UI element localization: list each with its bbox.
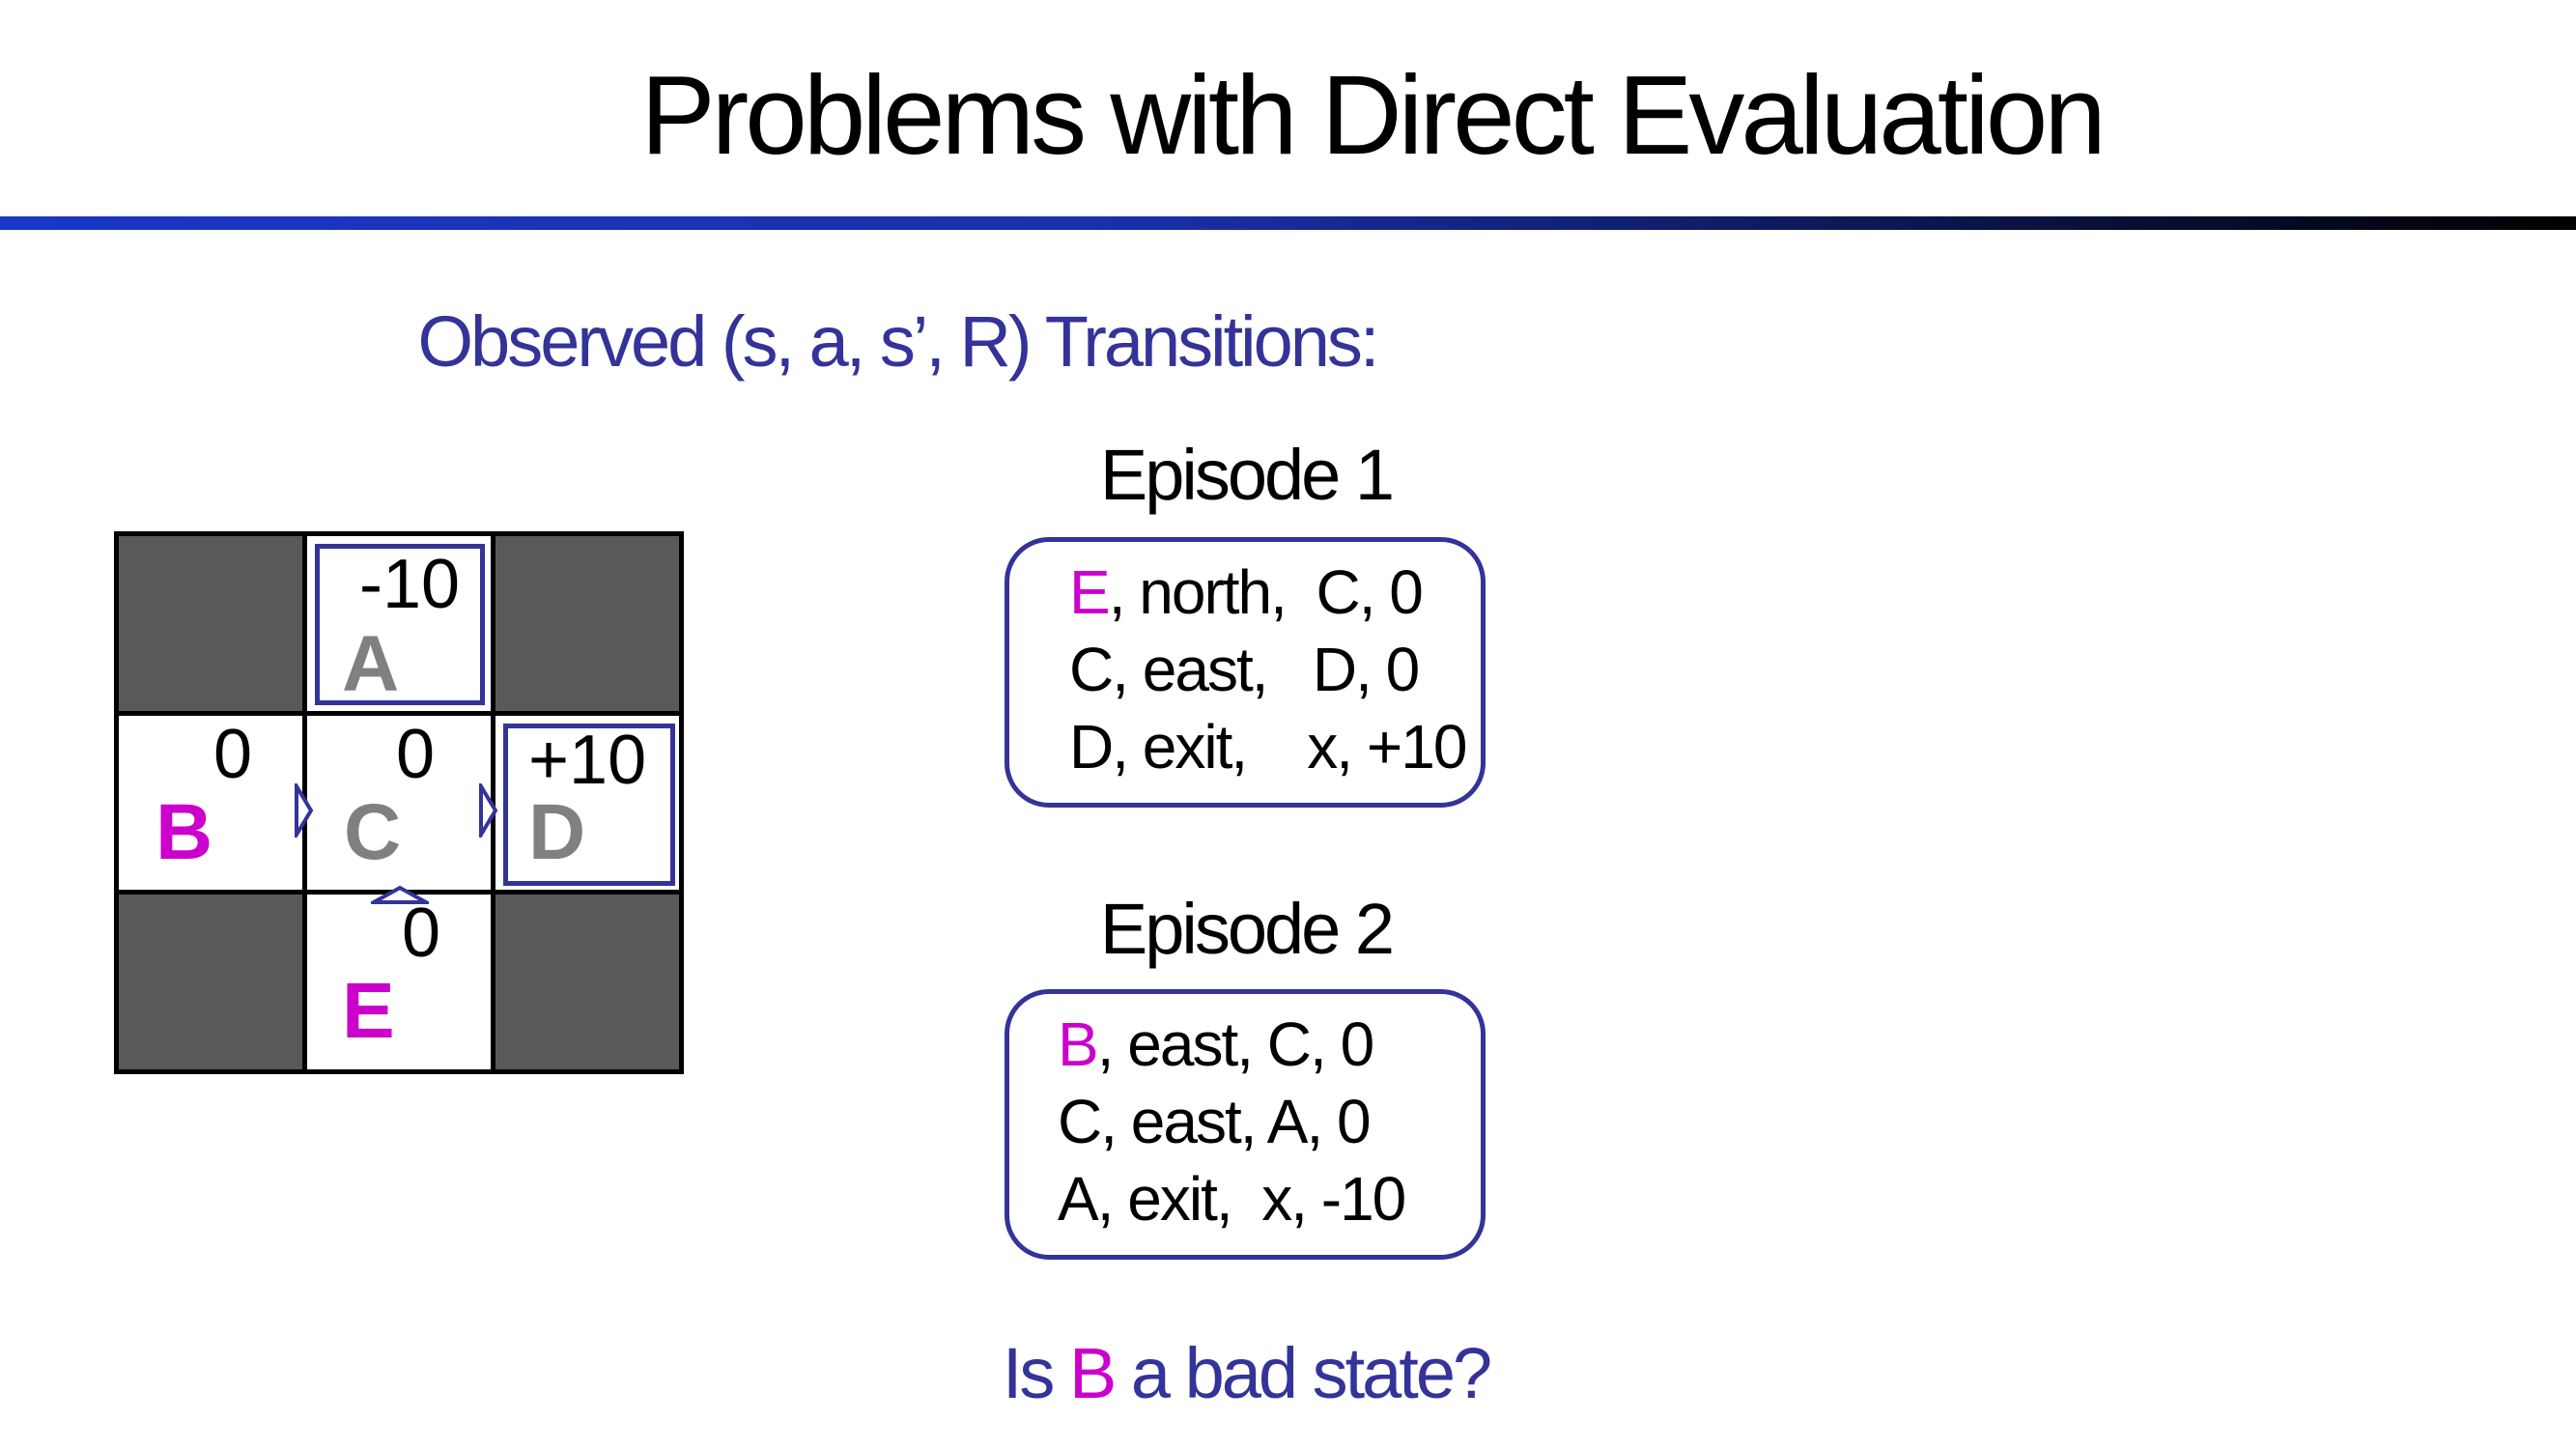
wall-cell	[495, 895, 679, 1069]
transition-line: D, exit, x, +10	[1069, 716, 1467, 778]
transition-rest: , east, A, 0	[1100, 1087, 1371, 1156]
grid-cell-e: 0 E	[307, 886, 491, 1069]
episode-1-title: Episode 1	[1099, 435, 1395, 515]
state-label-b: B	[156, 787, 213, 876]
wall-cell	[495, 536, 679, 711]
transition-state: A	[1058, 1164, 1099, 1234]
transition-line: E, north, C, 0	[1069, 561, 1424, 623]
reward-d: +10	[528, 721, 647, 799]
transition-state: C	[1058, 1087, 1102, 1156]
transition-rest: , north, C, 0	[1108, 557, 1424, 627]
wall-cell	[119, 536, 302, 711]
transition-rest: , east, C, 0	[1096, 1009, 1374, 1079]
transition-line: A, exit, x, -10	[1058, 1168, 1406, 1230]
grid-cell-c: 0 C	[295, 715, 491, 891]
question-suffix: a bad state?	[1114, 1333, 1492, 1413]
transition-state: E	[1069, 557, 1111, 627]
transition-state: B	[1058, 1009, 1099, 1079]
transitions-heading: Observed (s, a, s’, R) Transitions:	[417, 301, 1379, 382]
gridworld: -10 A 0 B 0 C +10 D 0 E	[114, 531, 684, 1074]
reward-c: 0	[396, 715, 436, 793]
slide-title: Problems with Direct Evaluation	[640, 52, 2107, 178]
transition-line: B, east, C, 0	[1058, 1013, 1374, 1075]
reward-a: -10	[359, 546, 461, 623]
question-state: B	[1068, 1333, 1117, 1413]
question-text: Is B a bad state?	[0, 1331, 2492, 1417]
episode-2-box: B, east, C, 0 C, east, A, 0 A, exit, x, …	[1005, 989, 1486, 1260]
east-arrow-icon	[295, 782, 314, 838]
title-divider-bar	[0, 216, 2576, 230]
transition-rest: , exit, x, +10	[1112, 712, 1467, 781]
transition-rest: , east, D, 0	[1112, 635, 1420, 704]
state-label-a: A	[342, 620, 400, 708]
transition-line: C, east, D, 0	[1069, 639, 1420, 700]
reward-b: 0	[213, 715, 253, 793]
wall-cell	[119, 895, 302, 1069]
episode-1-box: E, north, C, 0 C, east, D, 0 D, exit, x,…	[1005, 537, 1486, 808]
transition-line: C, east, A, 0	[1058, 1091, 1372, 1152]
state-label-e: E	[342, 967, 395, 1056]
grid-cell-d: +10 D	[479, 715, 679, 891]
reward-e: 0	[402, 895, 441, 973]
state-label-d: D	[528, 787, 586, 876]
east-arrow-icon	[479, 782, 498, 838]
state-label-c: C	[344, 787, 402, 876]
transition-rest: , exit, x, -10	[1096, 1164, 1407, 1234]
grid-cell-b: 0 B	[119, 715, 302, 891]
grid-cell-a: -10 A	[307, 536, 491, 711]
question-prefix: Is	[1002, 1333, 1069, 1413]
episode-2-title: Episode 2	[1099, 889, 1395, 969]
transition-state: D	[1069, 712, 1114, 781]
transition-state: C	[1069, 635, 1114, 704]
